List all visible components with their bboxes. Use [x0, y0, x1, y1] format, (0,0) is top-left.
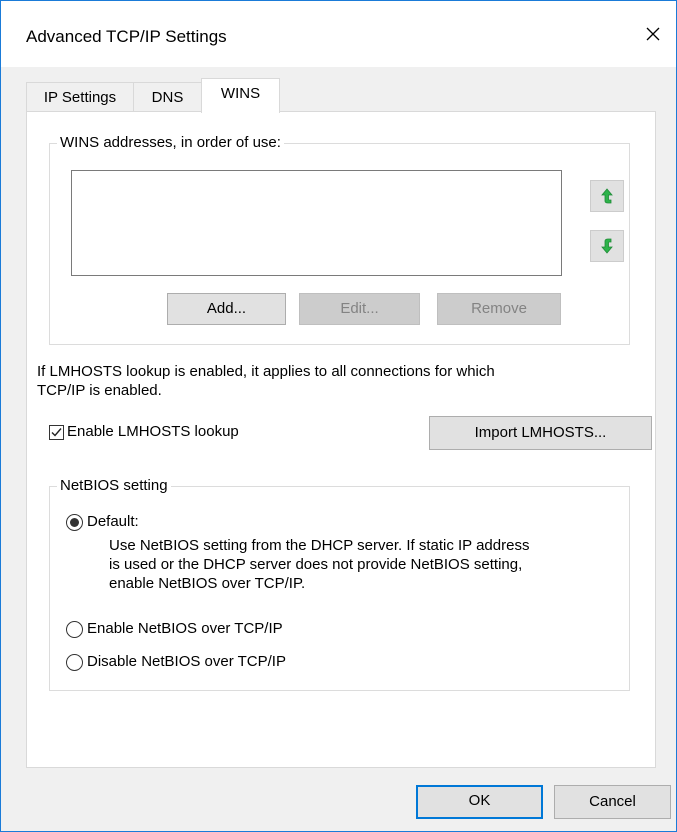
tab-label: WINS: [220, 85, 261, 102]
lmhosts-info-line1: If LMHOSTS lookup is enabled, it applies…: [37, 363, 495, 380]
checkmark-icon: [51, 428, 62, 437]
advanced-tcpip-dialog: Advanced TCP/IP Settings IP Settings DNS…: [0, 0, 677, 832]
wins-group-label: WINS addresses, in order of use:: [57, 133, 284, 153]
close-button[interactable]: [630, 1, 676, 67]
lmhosts-info-line2: TCP/IP is enabled.: [37, 382, 162, 399]
add-button[interactable]: Add...: [167, 293, 286, 325]
tab-label: DNS: [151, 89, 184, 106]
tab-strip: IP Settings DNS WINS: [26, 78, 656, 113]
wins-tab-panel: WINS addresses, in order of use: Add... …: [26, 111, 656, 768]
netbios-enable-radio[interactable]: [66, 621, 83, 638]
enable-lmhosts-checkbox[interactable]: [49, 425, 64, 440]
arrow-down-icon: [601, 238, 613, 254]
wins-addresses-group: WINS addresses, in order of use: Add... …: [49, 133, 630, 345]
enable-lmhosts-label[interactable]: Enable LMHOSTS lookup: [67, 422, 239, 442]
radio-selected-dot: [70, 518, 79, 527]
wins-address-list[interactable]: [71, 170, 562, 276]
arrow-up-icon: [601, 188, 613, 204]
tab-dns[interactable]: DNS: [133, 82, 202, 112]
netbios-group: NetBIOS setting Default: Use NetBIOS set…: [49, 476, 630, 691]
tab-ip-settings[interactable]: IP Settings: [26, 82, 134, 112]
ok-button[interactable]: OK: [416, 785, 543, 819]
netbios-default-desc-line3: enable NetBIOS over TCP/IP.: [109, 575, 306, 592]
remove-button[interactable]: Remove: [437, 293, 561, 325]
cancel-button[interactable]: Cancel: [554, 785, 671, 819]
netbios-default-desc-line1: Use NetBIOS setting from the DHCP server…: [109, 537, 530, 554]
window-title: Advanced TCP/IP Settings: [26, 27, 227, 46]
netbios-enable-label[interactable]: Enable NetBIOS over TCP/IP: [87, 619, 283, 639]
netbios-disable-radio[interactable]: [66, 654, 83, 671]
edit-button[interactable]: Edit...: [299, 293, 420, 325]
close-icon: [646, 27, 660, 41]
netbios-group-label: NetBIOS setting: [57, 476, 171, 496]
move-up-button[interactable]: [590, 180, 624, 212]
title-bar: Advanced TCP/IP Settings: [1, 1, 676, 67]
netbios-default-desc-line2: is used or the DHCP server does not prov…: [109, 556, 523, 573]
netbios-default-label[interactable]: Default:: [87, 512, 139, 532]
move-down-button[interactable]: [590, 230, 624, 262]
tab-label: IP Settings: [43, 89, 117, 106]
import-lmhosts-button[interactable]: Import LMHOSTS...: [429, 416, 652, 450]
netbios-disable-label[interactable]: Disable NetBIOS over TCP/IP: [87, 652, 286, 672]
tab-wins[interactable]: WINS: [201, 78, 280, 113]
netbios-default-radio[interactable]: [66, 514, 83, 531]
